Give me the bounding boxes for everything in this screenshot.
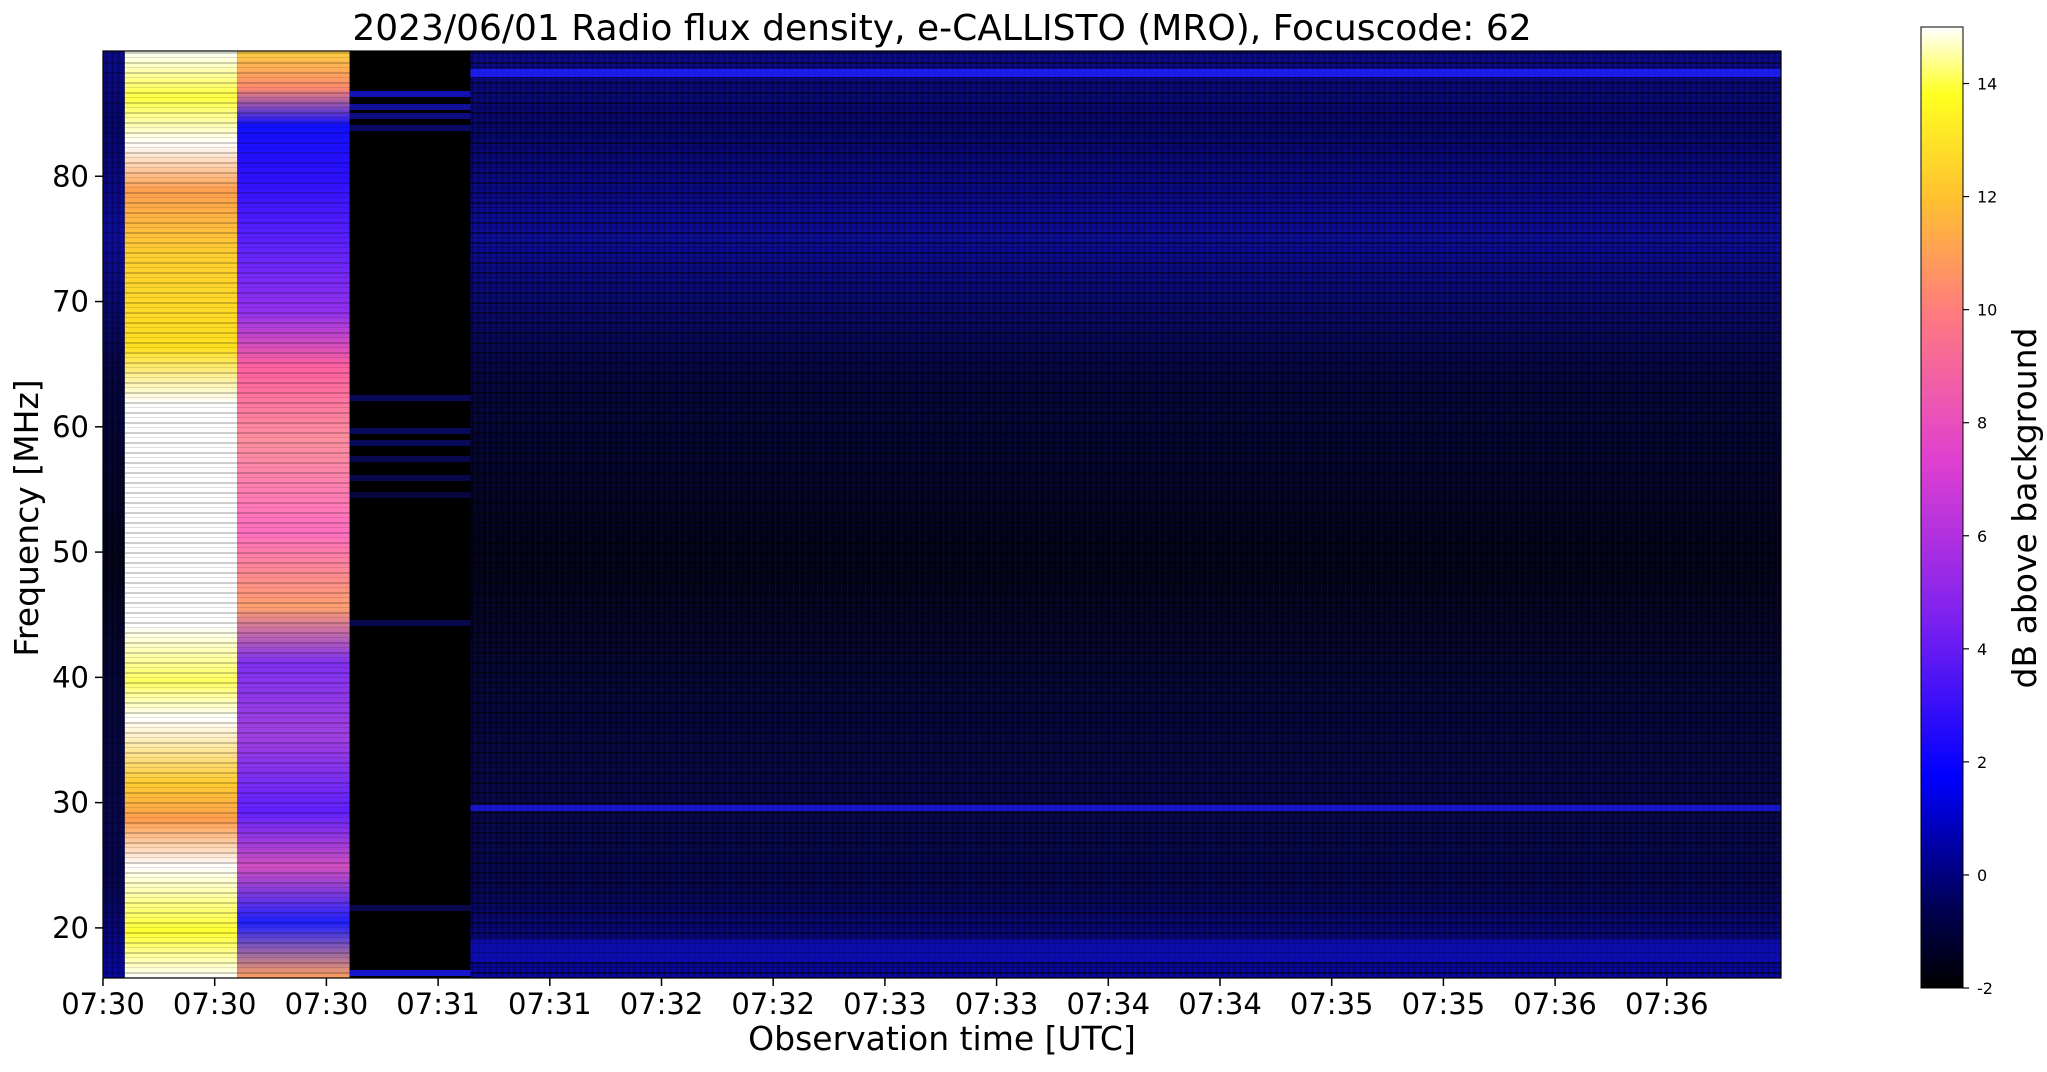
y-tick-label: 30 bbox=[52, 786, 89, 820]
spectrogram-figure: 20 30 40 50 60 70 80 07:30 07:30 07:30 07:31 07:31 0… bbox=[0, 0, 2047, 1067]
quiet-segment-line bbox=[349, 492, 471, 498]
band-line bbox=[470, 805, 1782, 811]
x-tick-label: 07:35 bbox=[1402, 987, 1486, 1021]
colorbar-tick-label: -2 bbox=[1977, 979, 1993, 998]
colorbar-tick-label: 6 bbox=[1977, 527, 1987, 546]
quiet-segment-line bbox=[349, 475, 471, 481]
y-tick-label: 80 bbox=[52, 159, 89, 193]
band-line bbox=[470, 69, 1782, 77]
x-tick-label: 07:33 bbox=[955, 987, 1039, 1021]
colorbar-tick-label: 4 bbox=[1977, 640, 1987, 659]
spectrogram-svg: 2030405060708007:30 07:30 07:30 07:31 07:31 0… bbox=[7, 8, 2044, 1058]
spectrogram-segment-texture bbox=[237, 51, 350, 978]
x-axis-label: Observation time [UTC] bbox=[748, 1019, 1136, 1058]
colorbar: -2 0 2 4 6 8 10 12 14 dB above background bbox=[1920, 26, 2044, 998]
quiet-segment-line bbox=[349, 428, 471, 434]
x-tick-label: 07:34 bbox=[1067, 987, 1151, 1021]
quiet-segment-line bbox=[349, 620, 471, 626]
chart-title: 2023/06/01 Radio flux density, e-CALLIST… bbox=[352, 8, 1531, 49]
x-tick-label: 07:30 bbox=[173, 987, 257, 1021]
quiet-segment-line bbox=[349, 905, 471, 911]
y-tick-label: 20 bbox=[52, 911, 89, 945]
colorbar-tick-label: 10 bbox=[1977, 301, 1997, 320]
spectrogram-segment-texture bbox=[470, 51, 1782, 978]
y-tick-label: 60 bbox=[52, 410, 89, 444]
x-tick-label: 07:31 bbox=[396, 987, 480, 1021]
quiet-segment-line bbox=[349, 395, 471, 401]
x-tick-label: 07:33 bbox=[843, 987, 927, 1021]
spectrogram-segment-texture bbox=[124, 51, 238, 978]
colorbar-tick-label: 0 bbox=[1977, 866, 1987, 885]
colorbar-tick-label: 12 bbox=[1977, 188, 1997, 207]
colorbar-tick-label: 14 bbox=[1977, 75, 1997, 94]
quiet-segment-line bbox=[349, 113, 471, 119]
x-tick-label: 07:35 bbox=[1290, 987, 1374, 1021]
y-tick-label: 50 bbox=[52, 535, 89, 569]
y-tick-label: 40 bbox=[52, 660, 89, 694]
x-tick-label: 07:36 bbox=[1513, 987, 1597, 1021]
quiet-segment-line bbox=[349, 970, 471, 976]
y-tick-label: 70 bbox=[52, 285, 89, 319]
x-tick-label: 07:32 bbox=[620, 987, 704, 1021]
spectrogram-segment-texture bbox=[103, 51, 125, 978]
x-tick-label: 07:32 bbox=[731, 987, 815, 1021]
colorbar-gradient bbox=[1920, 26, 1964, 989]
quiet-segment-line bbox=[349, 91, 471, 97]
plot-area bbox=[103, 51, 1782, 978]
colorbar-label: dB above background bbox=[2005, 328, 2044, 689]
spectrogram-segment bbox=[349, 51, 471, 978]
quiet-segment-line bbox=[349, 440, 471, 446]
colorbar-tick-label: 8 bbox=[1977, 414, 1987, 433]
band-line bbox=[470, 940, 1782, 962]
quiet-segment-line bbox=[349, 104, 471, 110]
x-tick-label: 07:30 bbox=[61, 987, 145, 1021]
colorbar-ticks: -2 0 2 4 6 8 10 12 14 bbox=[1963, 75, 1997, 998]
quiet-segment-line bbox=[349, 456, 471, 462]
colorbar-tick-label: 2 bbox=[1977, 753, 1987, 772]
x-tick-label: 07:31 bbox=[508, 987, 592, 1021]
quiet-segment-line bbox=[349, 125, 471, 131]
x-tick-label: 07:36 bbox=[1625, 987, 1709, 1021]
y-axis-label: Frequency [MHz] bbox=[7, 379, 46, 656]
x-tick-label: 07:30 bbox=[285, 987, 369, 1021]
x-tick-label: 07:34 bbox=[1178, 987, 1262, 1021]
